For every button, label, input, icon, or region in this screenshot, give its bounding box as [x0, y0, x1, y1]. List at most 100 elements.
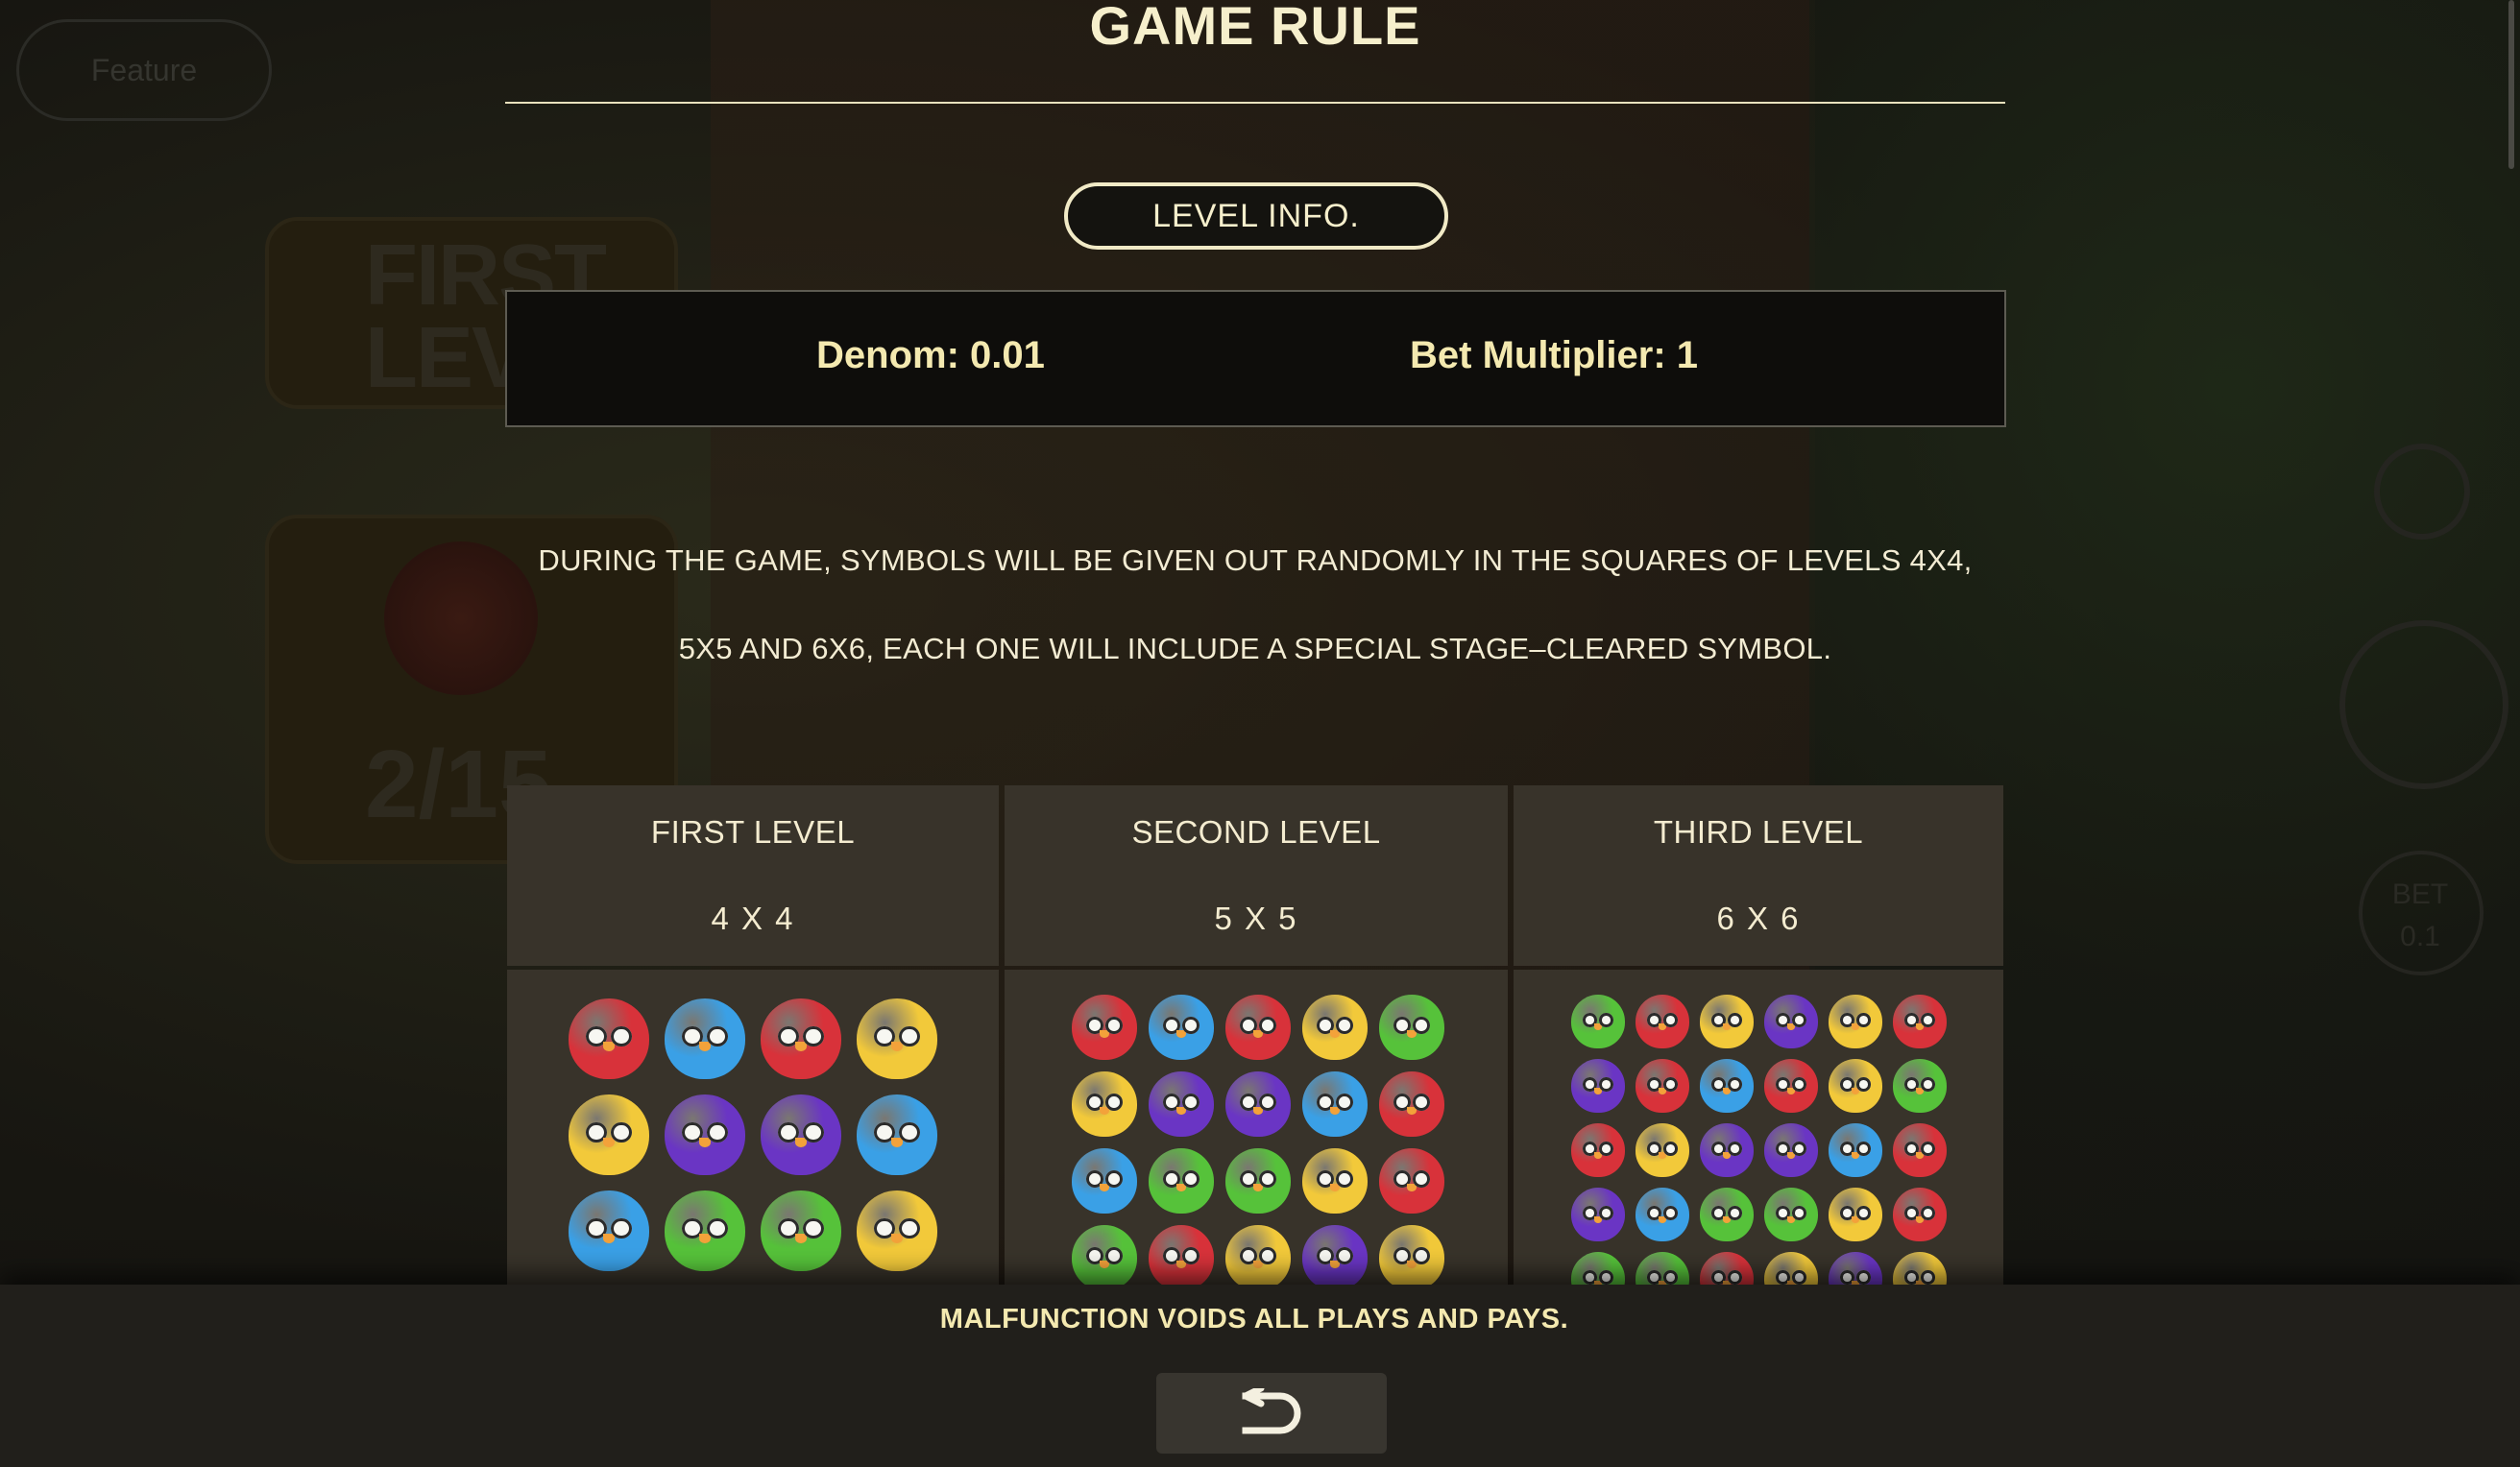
scrollbar-thumb[interactable]: [2508, 0, 2514, 169]
feature-button: Feature: [16, 19, 272, 121]
level-symbol-grid: [1514, 970, 2003, 1285]
bet-multiplier-text: Bet Multiplier: 1: [1410, 334, 1699, 376]
yellow-bird-icon: [1379, 1225, 1444, 1285]
purple-bird-icon: [1571, 1059, 1625, 1113]
level-header: FIRST LEVEL 4 X 4: [507, 785, 999, 966]
bird-beak: [1407, 1029, 1417, 1038]
red-bird-icon: [1149, 1225, 1214, 1285]
blue-bird-icon: [857, 1094, 937, 1175]
yellow-bird-icon: [1829, 1188, 1882, 1241]
blue-bird-icon: [665, 998, 745, 1079]
symbol-grid: [569, 998, 937, 1271]
bird-beak: [1594, 1216, 1602, 1223]
level-header: THIRD LEVEL 6 X 6: [1514, 785, 2003, 966]
bird-beak: [795, 1042, 807, 1052]
yellow-bird-icon: [569, 1094, 649, 1175]
purple-bird-icon: [665, 1094, 745, 1175]
level-name: THIRD LEVEL: [1653, 814, 1864, 850]
red-bird-icon: [1764, 1059, 1818, 1113]
level-column-first: FIRST LEVEL 4 X 4: [507, 785, 999, 1285]
purple-bird-icon: [1829, 1252, 1882, 1285]
description-line-1: DURING THE GAME, SYMBOLS WILL BE GIVEN O…: [538, 543, 1973, 577]
red-bird-icon: [1571, 1123, 1625, 1177]
bird-beak: [1176, 1183, 1186, 1191]
bird-beak: [1787, 1216, 1795, 1223]
blue-bird-icon: [1302, 1071, 1368, 1137]
yellow-bird-icon: [1764, 1252, 1818, 1285]
bird-beak: [1253, 1260, 1263, 1268]
purple-bird-icon: [1571, 1188, 1625, 1241]
bird-beak: [1407, 1260, 1417, 1268]
blue-bird-icon: [1636, 1188, 1689, 1241]
green-bird-icon: [1571, 995, 1625, 1048]
bird-beak: [1916, 1152, 1924, 1159]
level-size: 4 X 4: [711, 901, 795, 936]
return-arrow-icon: [1240, 1384, 1303, 1439]
green-bird-icon: [1700, 1188, 1754, 1241]
bird-beak: [1723, 1152, 1731, 1159]
yellow-bird-icon: [1225, 1225, 1291, 1285]
bird-beak: [1594, 1152, 1602, 1159]
bird-beak: [699, 1138, 711, 1148]
bird-beak: [1253, 1106, 1263, 1115]
green-bird-icon: [1379, 995, 1444, 1060]
level-name: FIRST LEVEL: [650, 814, 856, 850]
bird-beak: [1330, 1183, 1340, 1191]
page-title: GAME RULE: [1089, 0, 1421, 56]
bird-beak: [1852, 1023, 1859, 1030]
bird-beak: [1253, 1183, 1263, 1191]
bird-beak: [891, 1042, 903, 1052]
yellow-bird-icon: [1700, 995, 1754, 1048]
bird-beak: [1852, 1216, 1859, 1223]
bird-beak: [1659, 1088, 1666, 1094]
yellow-bird-icon: [1072, 1071, 1137, 1137]
bird-beak: [1852, 1152, 1859, 1159]
bird-beak: [1659, 1216, 1666, 1223]
level-name: SECOND LEVEL: [1131, 814, 1381, 850]
bird-beak: [1594, 1088, 1602, 1094]
level-info-button[interactable]: LEVEL INFO.: [1064, 182, 1448, 250]
purple-bird-icon: [761, 1094, 841, 1175]
bird-beak: [1330, 1106, 1340, 1115]
footer-bar: MALFUNCTION VOIDS ALL PLAYS AND PAYS.: [0, 1285, 2520, 1467]
bird-beak: [1407, 1183, 1417, 1191]
bird-beak: [699, 1234, 711, 1244]
red-bird-icon: [1893, 995, 1947, 1048]
yellow-bird-icon: [1302, 995, 1368, 1060]
level-header: SECOND LEVEL 5 X 5: [1005, 785, 1508, 966]
symbol-grid: [1571, 995, 1947, 1285]
bird-beak: [1100, 1183, 1109, 1191]
denom-text: Denom: 0.01: [816, 334, 1045, 376]
yellow-bird-icon: [1829, 995, 1882, 1048]
bird-beak: [1723, 1216, 1731, 1223]
red-bird-icon: [1379, 1071, 1444, 1137]
bird-beak: [1852, 1088, 1859, 1094]
green-bird-icon: [1764, 1188, 1818, 1241]
back-button[interactable]: [1156, 1373, 1387, 1454]
red-bird-icon: [1072, 995, 1137, 1060]
yellow-bird-icon: [1636, 1123, 1689, 1177]
blue-bird-icon: [1149, 995, 1214, 1060]
red-bird-icon: [1636, 1059, 1689, 1113]
purple-bird-icon: [1700, 1123, 1754, 1177]
bird-beak: [1659, 1152, 1666, 1159]
level-size: 6 X 6: [1716, 901, 1801, 936]
green-bird-icon: [665, 1190, 745, 1271]
bird-beak: [603, 1138, 615, 1148]
bet-value-text: 0.1: [2400, 921, 2440, 952]
level-info-box: Denom: 0.01 Bet Multiplier: 1: [505, 290, 2006, 427]
green-bird-icon: [1149, 1148, 1214, 1214]
bird-beak: [603, 1042, 615, 1052]
bird-beak: [795, 1234, 807, 1244]
bird-beak: [1723, 1023, 1731, 1030]
bird-beak: [1100, 1260, 1109, 1268]
level-column-third: THIRD LEVEL 6 X 6: [1514, 785, 2003, 1285]
title-divider: [505, 102, 2005, 104]
bird-beak: [1253, 1029, 1263, 1038]
level-size: 5 X 5: [1214, 901, 1298, 936]
bird-beak: [699, 1042, 711, 1052]
malfunction-notice: MALFUNCTION VOIDS ALL PLAYS AND PAYS.: [939, 1304, 1569, 1335]
blue-bird-icon: [1829, 1123, 1882, 1177]
green-bird-icon: [1225, 1148, 1291, 1214]
level-column-second: SECOND LEVEL 5 X 5: [1005, 785, 1508, 1285]
